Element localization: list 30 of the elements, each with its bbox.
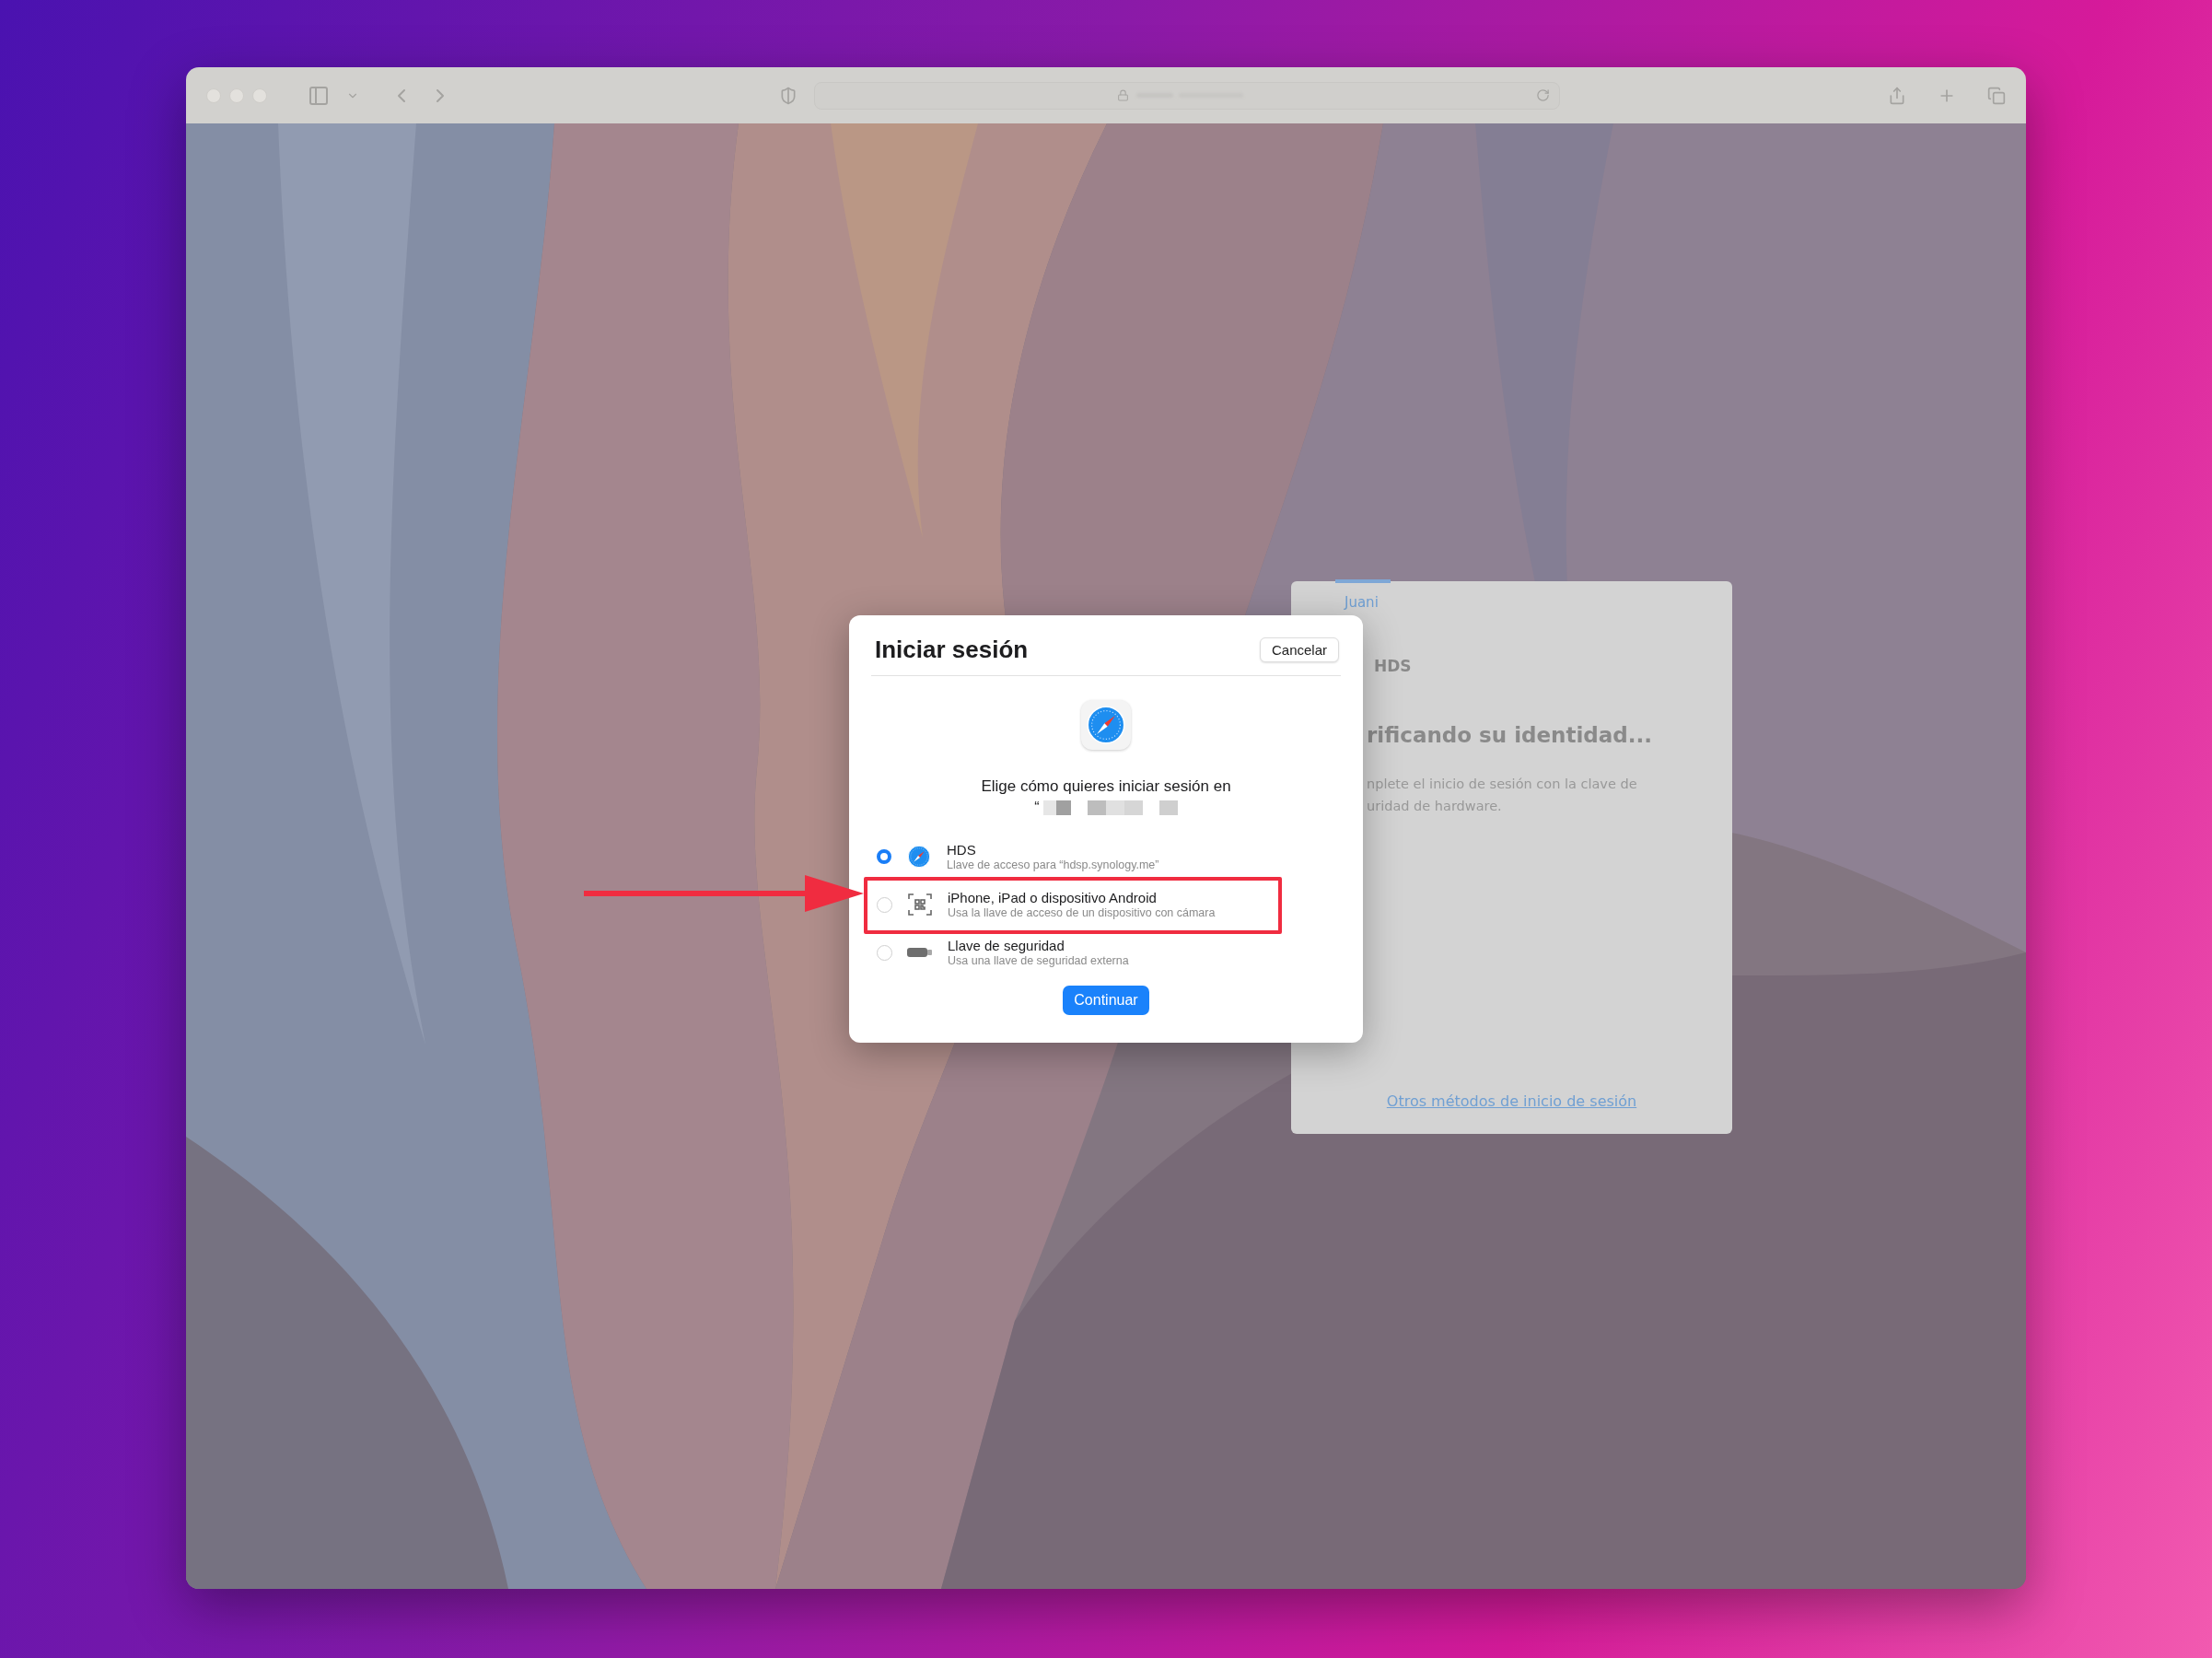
tabs-overview-icon[interactable]	[1987, 86, 2006, 105]
option-title: iPhone, iPad o dispositivo Android	[948, 890, 1158, 905]
quote-mark: “	[1034, 800, 1040, 816]
sidebar-icon[interactable]	[308, 84, 330, 107]
dialog-title: Iniciar sesión	[875, 636, 1029, 664]
tab-indicator	[1335, 579, 1391, 583]
option-subtitle: Usa una llave de seguridad externa	[948, 954, 1129, 967]
radio-button[interactable]	[877, 849, 891, 864]
lock-icon	[1117, 89, 1129, 101]
continue-button[interactable]: Continuar	[1063, 986, 1149, 1015]
radio-button[interactable]	[877, 945, 892, 961]
panel-message: nplete el inicio de sesión con la clave de uridad de hardware.	[1367, 776, 1637, 815]
option-title: Llave de seguridad	[948, 938, 1065, 953]
share-icon[interactable]	[1888, 86, 1906, 105]
option-subtitle: Usa la llave de acceso de un dispositivo con cámara	[948, 906, 1216, 919]
app-name: HDS	[1374, 657, 1412, 675]
other-methods-link[interactable]: Otros métodos de inicio de sesión	[1386, 1092, 1637, 1110]
option-title: HDS	[947, 842, 977, 858]
cancel-button[interactable]: Cancelar	[1259, 637, 1339, 662]
option-subtitle: Llave de acceso para “hdsp.synology.me”	[947, 858, 1159, 871]
radio-button[interactable]	[877, 897, 892, 913]
address-field[interactable]	[814, 81, 1560, 110]
panel-heading: rificando su identidad...	[1367, 723, 1652, 747]
security-key-icon	[907, 947, 933, 958]
user-tab[interactable]: Juani	[1345, 594, 1379, 611]
prompt-text: Elige cómo quieres iniciar sesión en	[981, 777, 1231, 796]
reload-icon[interactable]	[1536, 88, 1550, 102]
compass-icon	[907, 845, 931, 869]
qr-scan-icon	[908, 893, 932, 917]
shield-icon[interactable]	[779, 86, 797, 105]
